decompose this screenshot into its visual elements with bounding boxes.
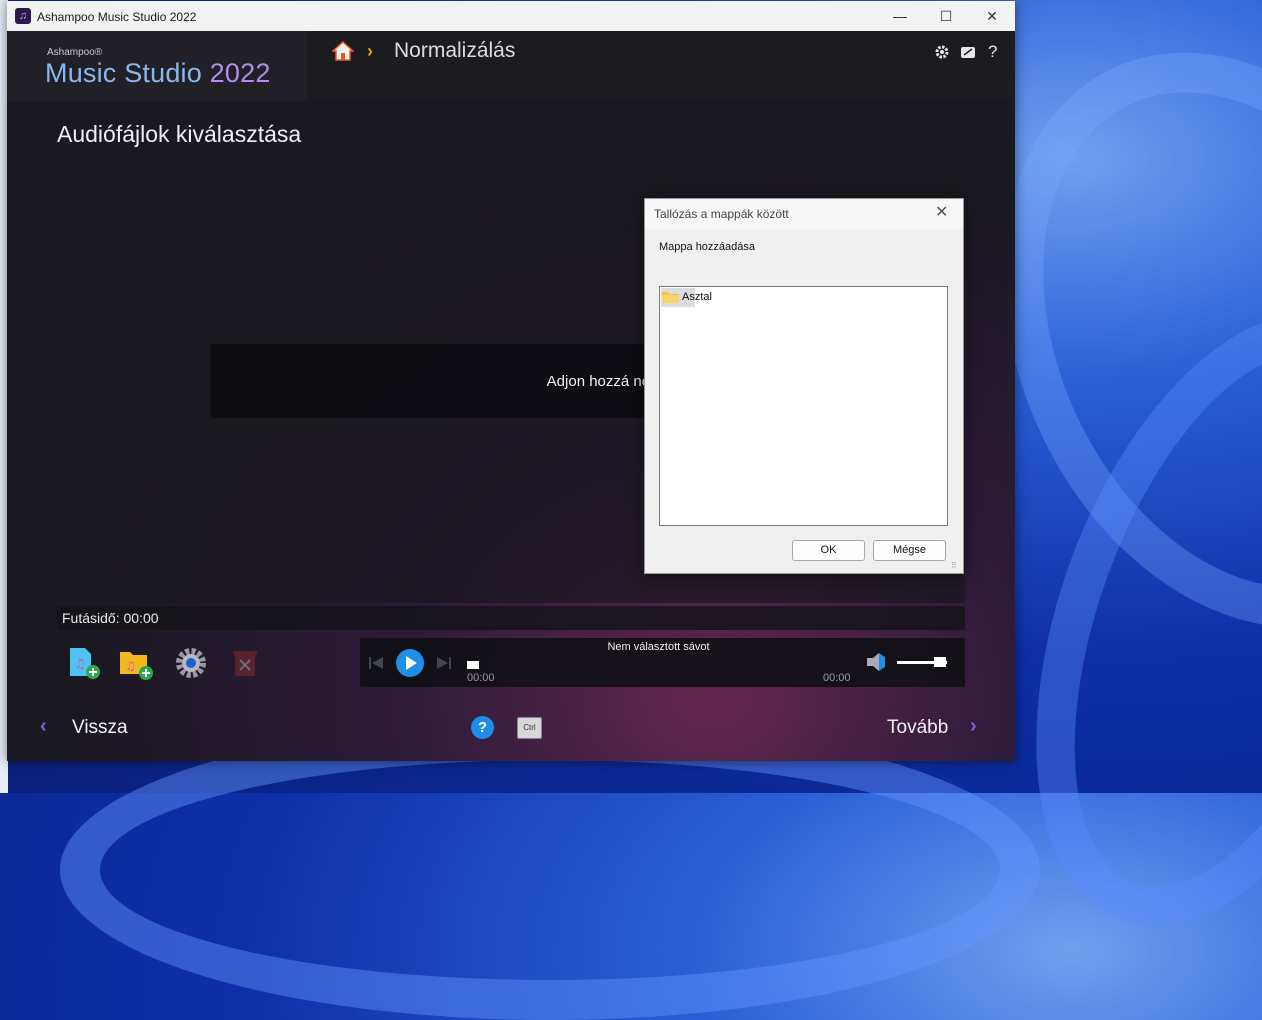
time-total: 00:00	[823, 672, 851, 684]
dialog-title: Tallózás a mappák között	[654, 207, 789, 221]
back-button[interactable]: Vissza	[72, 717, 128, 739]
breadcrumb-chevron-icon: ›	[367, 41, 373, 61]
speaker-icon[interactable]	[865, 651, 889, 673]
music-note-icon: ♫	[15, 8, 31, 24]
folder-icon	[662, 292, 679, 303]
help-button[interactable]: ?	[471, 716, 494, 739]
feedback-icon[interactable]	[960, 44, 976, 60]
next-button[interactable]: Tovább	[887, 717, 948, 739]
brand-year: 2022	[209, 58, 271, 88]
runtime-label: Futásidő: 00:00	[62, 610, 159, 626]
audio-player: Nem választott sávot 00:00 00:00	[360, 638, 965, 687]
previous-track-icon[interactable]	[368, 655, 384, 671]
app-header: Ashampoo® Music Studio 2022 › Normalizál…	[7, 31, 1015, 101]
gear-icon[interactable]	[934, 44, 950, 60]
home-icon[interactable]	[332, 41, 354, 61]
tree-item-label: Asztal	[682, 291, 712, 303]
page-title: Audiófájlok kiválasztása	[57, 121, 302, 147]
window-titlebar: ♫ Ashampoo Music Studio 2022 — ☐ ✕	[7, 1, 1015, 31]
desktop-swirl	[60, 720, 1040, 1020]
back-chevron-icon[interactable]: ‹	[40, 715, 47, 738]
next-chevron-icon[interactable]: ›	[970, 715, 977, 738]
ok-button[interactable]: OK	[792, 540, 865, 561]
svg-text:♫: ♫	[125, 659, 136, 673]
brand-logo: Music Studio 2022	[45, 58, 271, 89]
volume-knob[interactable]	[934, 657, 946, 667]
time-current: 00:00	[467, 672, 495, 684]
window-title: Ashampoo Music Studio 2022	[37, 10, 197, 24]
cancel-button[interactable]: Mégse	[873, 540, 946, 561]
runtime-bar: Futásidő: 00:00	[57, 606, 965, 630]
browse-folder-dialog: Tallózás a mappák között ✕ Mappa hozzáad…	[644, 198, 964, 574]
help-icon[interactable]: ?	[988, 42, 997, 62]
settings-icon[interactable]	[174, 646, 208, 680]
next-track-icon[interactable]	[436, 655, 452, 671]
ctrl-key-button[interactable]: Ctrl	[517, 717, 542, 739]
tree-item-desktop[interactable]: Asztal	[661, 288, 712, 307]
minimize-button[interactable]: —	[877, 1, 923, 31]
maximize-button[interactable]: ☐	[923, 1, 969, 31]
brand-vendor: Ashampoo®	[47, 47, 103, 58]
resize-grip-icon[interactable]: ⠿	[951, 561, 957, 570]
delete-icon[interactable]	[229, 646, 263, 680]
close-button[interactable]: ✕	[969, 1, 1015, 31]
add-folder-icon[interactable]: ♫	[119, 646, 153, 680]
dialog-close-button[interactable]: ✕	[935, 202, 948, 222]
folder-tree[interactable]: Asztal	[659, 286, 948, 526]
svg-text:♫: ♫	[74, 657, 86, 672]
seek-slider[interactable]	[467, 661, 479, 669]
dialog-label: Mappa hozzáadása	[659, 241, 756, 253]
breadcrumb-page-title: Normalizálás	[394, 39, 516, 62]
add-files-icon[interactable]: ♫	[67, 646, 101, 680]
brand-name: Music Studio	[45, 58, 210, 88]
